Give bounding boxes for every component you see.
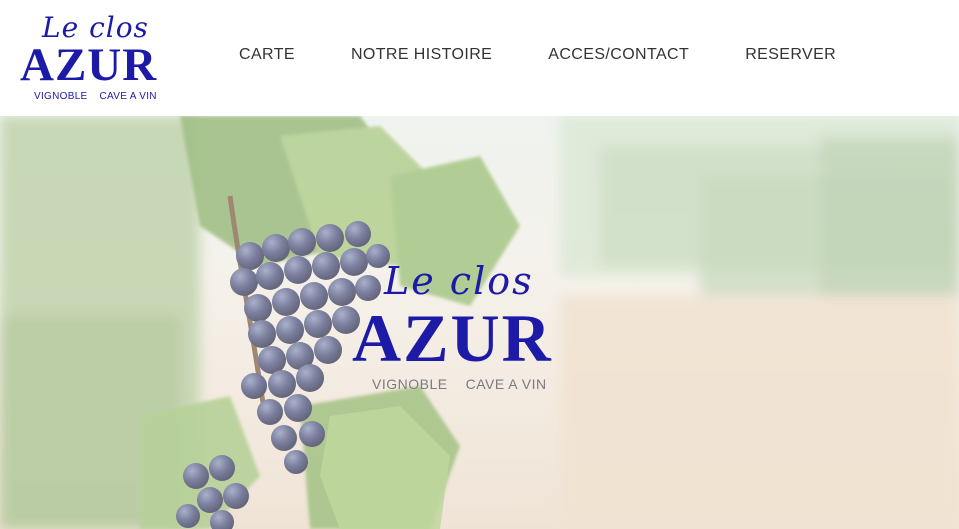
logo-script-text: Le clos	[42, 11, 149, 44]
logo-brand-text: AZUR	[20, 39, 158, 91]
hero-script-text: Le clos	[384, 259, 534, 303]
main-nav: CARTE NOTRE HISTOIRE ACCES/CONTACT RESER…	[239, 44, 836, 66]
logo-tag-cave: CAVE A VIN	[99, 91, 157, 102]
hero-tagline: VIGNOBLE CAVE A VIN	[372, 376, 547, 392]
site-logo[interactable]: Le clos AZUR VIGNOBLE CAVE A VIN	[18, 12, 178, 108]
nav-item-carte[interactable]: CARTE	[239, 46, 295, 64]
nav-item-acces-contact[interactable]: ACCES/CONTACT	[548, 46, 689, 64]
hero-brand-text: AZUR	[352, 300, 553, 376]
nav-item-reserver[interactable]: RESERVER	[745, 46, 836, 64]
nav-item-notre-histoire[interactable]: NOTRE HISTOIRE	[351, 46, 492, 64]
logo-tag-vignoble: VIGNOBLE	[34, 91, 88, 102]
hero-banner: Le clos AZUR VIGNOBLE CAVE A VIN	[0, 116, 959, 529]
site-header: Le clos AZUR VIGNOBLE CAVE A VIN CARTE NO…	[0, 0, 959, 116]
hero-tag-cave: CAVE A VIN	[465, 376, 547, 392]
hero-tag-vignoble: VIGNOBLE	[372, 376, 448, 392]
logo-tagline: VIGNOBLE CAVE A VIN	[34, 91, 157, 102]
hero-logo: Le clos AZUR VIGNOBLE CAVE A VIN	[350, 262, 580, 392]
